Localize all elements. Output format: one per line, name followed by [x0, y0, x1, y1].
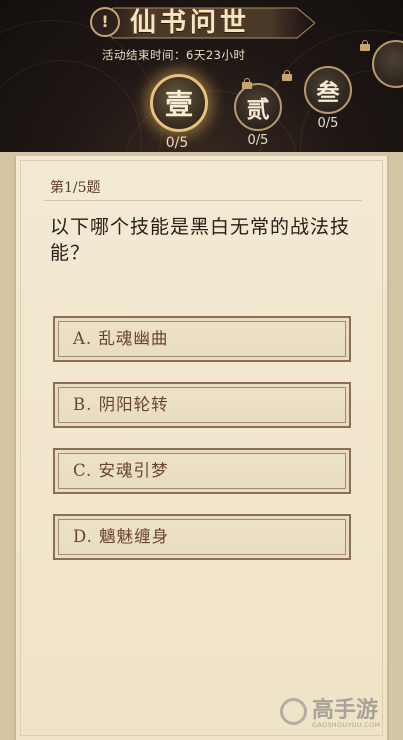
stage-3-lock-icon	[282, 70, 292, 81]
stage-3-button[interactable]: 叁 0/5	[303, 66, 353, 131]
option-d-label: D. 魑魅缠身	[73, 527, 170, 546]
stage-1-button[interactable]: 壹 0/5	[150, 74, 208, 151]
watermark-text: 高手游	[312, 698, 379, 723]
stage-2-label: 贰	[246, 96, 270, 123]
page-title: 仙书问世	[130, 8, 251, 38]
watermark-logo-icon	[280, 698, 307, 725]
question-text: 以下哪个技能是黑白无常的战法技能？	[50, 216, 351, 264]
event-end-time: 活动结束时间：6天23小时	[102, 48, 246, 62]
option-d-button[interactable]: D. 魑魅缠身	[53, 514, 351, 560]
stage-3-progress: 0/5	[317, 116, 339, 131]
divider	[44, 200, 362, 201]
option-b-button[interactable]: B. 阴阳轮转	[53, 382, 351, 428]
stage-1-medal: 壹	[150, 74, 208, 132]
stage-2-medal: 贰	[234, 83, 282, 131]
question-number: 第1/5题	[50, 180, 101, 196]
option-c-button[interactable]: C. 安魂引梦	[53, 448, 351, 494]
alert-icon[interactable]: !	[90, 7, 120, 37]
stage-1-progress: 0/5	[165, 135, 189, 151]
stage-3-label: 叁	[316, 79, 340, 106]
stage-2-button[interactable]: 贰 0/5	[233, 83, 283, 148]
option-b-label: B. 阴阳轮转	[73, 395, 169, 414]
stage-4-lock-icon	[360, 40, 370, 51]
stage-1-label: 壹	[164, 88, 193, 121]
stage-2-progress: 0/5	[247, 133, 269, 148]
watermark-url: GAOSHOUYOU.COM	[312, 721, 381, 729]
option-a-button[interactable]: A. 乱魂幽曲	[53, 316, 351, 362]
stage-3-medal: 叁	[304, 66, 352, 114]
stage-2-lock-icon	[242, 78, 252, 89]
option-a-label: A. 乱魂幽曲	[73, 329, 169, 348]
option-c-label: C. 安魂引梦	[73, 461, 169, 480]
